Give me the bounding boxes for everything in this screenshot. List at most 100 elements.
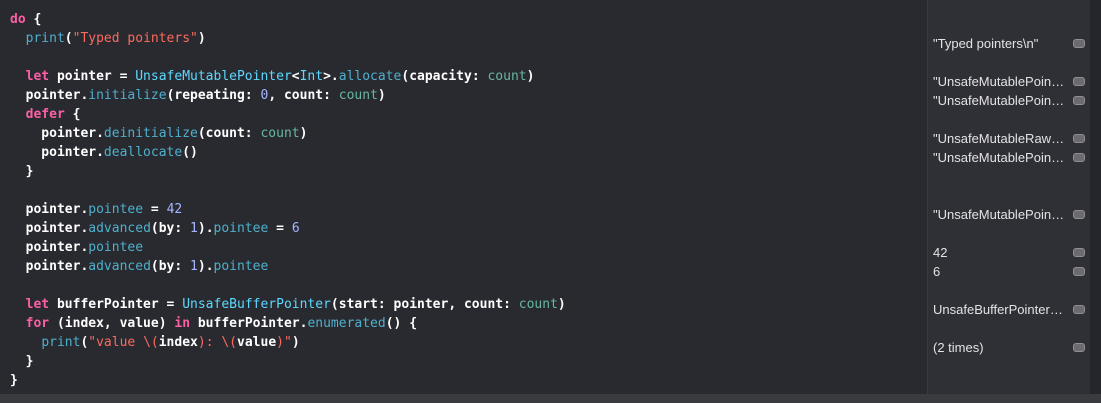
code-token: )	[197, 31, 206, 46]
code-token: )	[377, 88, 386, 103]
code-token: count	[260, 126, 300, 141]
code-line[interactable]: }	[10, 162, 34, 181]
result-row: (2 times)	[933, 338, 1085, 357]
code-token: "Typed pointers"	[72, 31, 198, 46]
result-value: "UnsafeMutablePointer<Int>"	[933, 93, 1067, 108]
code-token: pointee	[88, 202, 144, 217]
code-line[interactable]: defer {	[10, 105, 81, 124]
code-line[interactable]: pointer.advanced(by: 1).pointee = 6	[10, 219, 300, 238]
result-row: 6	[933, 262, 1085, 281]
code-token: ).	[197, 259, 214, 274]
show-result-icon[interactable]	[1073, 343, 1085, 352]
code-token: )	[557, 297, 566, 312]
results-sidebar: "Typed pointers\n" "UnsafeMutablePointer<…	[928, 0, 1090, 394]
code-token: ()	[182, 145, 198, 160]
code-token: 6	[291, 221, 300, 236]
result-value: "UnsafeMutablePointer<Int>"	[933, 150, 1067, 165]
code-token: (repeating:	[166, 88, 261, 103]
show-result-icon[interactable]	[1073, 77, 1085, 86]
show-result-icon[interactable]	[1073, 305, 1085, 314]
code-token: pointer.	[10, 126, 104, 141]
result-row: 42	[933, 243, 1085, 262]
result-value: "Typed pointers\n"	[933, 36, 1039, 51]
code-line[interactable]: for (index, value) in bufferPointer.enum…	[10, 314, 417, 333]
code-token: for	[25, 316, 50, 331]
code-line[interactable]: pointer.deallocate()	[10, 143, 198, 162]
code-token: print	[41, 335, 81, 350]
code-line[interactable]: let bufferPointer = UnsafeBufferPointer(…	[10, 295, 566, 314]
code-token: pointer.	[10, 240, 89, 255]
result-row: "UnsafeMutablePointer<Int>"	[933, 148, 1085, 167]
code-token: {	[25, 12, 42, 27]
show-result-icon[interactable]	[1073, 210, 1085, 219]
code-line[interactable]: }	[10, 352, 34, 371]
code-token: (start: pointer, count:	[330, 297, 519, 312]
show-result-icon[interactable]	[1073, 248, 1085, 257]
code-token: (index, value)	[49, 316, 175, 331]
code-token: 1	[190, 259, 198, 274]
code-token: pointer.	[10, 145, 104, 160]
show-result-icon[interactable]	[1073, 267, 1085, 276]
code-line[interactable]: print("Typed pointers")	[10, 29, 206, 48]
code-token: let	[25, 297, 50, 312]
code-token: deinitialize	[103, 126, 198, 141]
code-line[interactable]: }	[10, 371, 18, 390]
code-token: UnsafeBufferPointer	[182, 297, 331, 312]
code-token: (capacity:	[401, 69, 488, 84]
code-token: )	[526, 69, 535, 84]
code-token: 42	[166, 202, 183, 217]
code-line[interactable]: pointer.deinitialize(count: count)	[10, 124, 307, 143]
code-token: count	[518, 297, 558, 312]
result-row: "UnsafeMutableRawPointer"	[933, 129, 1085, 148]
code-line[interactable]: let pointer = UnsafeMutablePointer<Int>.…	[10, 67, 535, 86]
code-token: defer	[25, 107, 65, 122]
code-token: pointer.	[10, 221, 89, 236]
playground-window: do { print("Typed pointers") let pointer…	[0, 0, 1101, 403]
code-token: =	[268, 221, 292, 236]
code-token: >.	[323, 69, 339, 84]
result-row: UnsafeBufferPointer(start: pointer, coun…	[933, 300, 1085, 319]
code-token: pointee	[213, 259, 269, 274]
result-value: UnsafeBufferPointer(start: pointer, coun…	[933, 302, 1067, 317]
code-token: pointer.	[10, 202, 89, 217]
code-token: UnsafeMutablePointer	[135, 69, 292, 84]
code-token: =	[143, 202, 167, 217]
show-result-icon[interactable]	[1073, 153, 1085, 162]
code-token: bufferPointer.	[190, 316, 308, 331]
code-token: )	[299, 126, 308, 141]
show-result-icon[interactable]	[1073, 134, 1085, 143]
vertical-scrollbar[interactable]	[1090, 0, 1101, 394]
show-result-icon[interactable]	[1073, 96, 1085, 105]
code-token: () {	[385, 316, 418, 331]
result-value: "UnsafeMutableRawPointer"	[933, 131, 1067, 146]
code-token: (by:	[150, 259, 191, 274]
code-token: , count:	[268, 88, 339, 103]
code-token: "value \(	[88, 335, 159, 350]
code-editor[interactable]: do { print("Typed pointers") let pointer…	[0, 0, 927, 394]
show-result-icon[interactable]	[1073, 39, 1085, 48]
code-token: index	[158, 335, 198, 350]
code-token: advanced	[88, 259, 151, 274]
code-token: pointee	[213, 221, 269, 236]
result-row: "UnsafeMutablePointer<Int>"	[933, 72, 1085, 91]
code-token: value	[237, 335, 277, 350]
code-line[interactable]: pointer.pointee	[10, 238, 143, 257]
result-value: "UnsafeMutablePointer<Int>"	[933, 74, 1067, 89]
result-row: "UnsafeMutablePointer<Int>"	[933, 205, 1085, 224]
code-line[interactable]: pointer.initialize(repeating: 0, count: …	[10, 86, 386, 105]
code-token: }	[10, 354, 34, 369]
code-token: deallocate	[103, 145, 183, 160]
code-line[interactable]: pointer.advanced(by: 1).pointee	[10, 257, 269, 276]
result-value: "UnsafeMutablePointer<Int>"	[933, 207, 1067, 222]
code-line[interactable]: do {	[10, 10, 41, 29]
code-line[interactable]: print("value \(index): \(value)")	[10, 333, 299, 352]
code-token: (	[64, 31, 73, 46]
code-token: do	[10, 12, 26, 27]
result-value: (2 times)	[933, 340, 984, 355]
code-line[interactable]: pointer.pointee = 42	[10, 200, 183, 219]
